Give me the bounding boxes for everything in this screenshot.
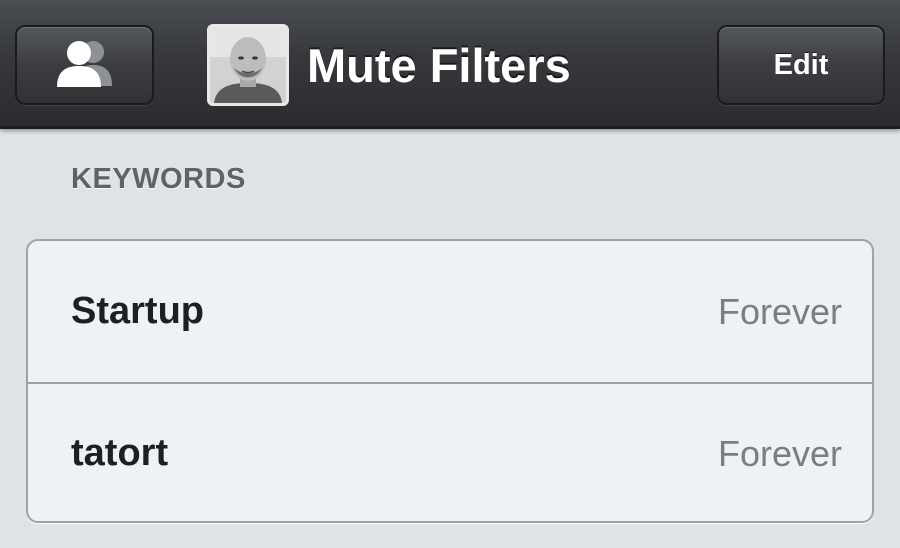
- list-item[interactable]: tatort Forever: [28, 382, 872, 521]
- section-header-keywords: KEYWORDS: [71, 163, 246, 195]
- user-avatar[interactable]: [207, 24, 289, 106]
- duration-label: Forever: [717, 432, 842, 474]
- keyword-label: Startup: [71, 290, 204, 332]
- page-title: Mute Filters: [307, 39, 571, 92]
- navigation-bar: Mute Filters Edit: [0, 0, 900, 129]
- keywords-table: Startup Forever tatort Forever: [26, 239, 874, 523]
- keyword-label: tatort: [71, 432, 169, 474]
- list-item[interactable]: Startup Forever: [28, 241, 872, 382]
- mute-filters-screen: Mute Filters Edit KEYWORDS Startup Forev…: [0, 0, 900, 548]
- duration-label: Forever: [717, 290, 842, 332]
- accounts-icon: [54, 38, 116, 93]
- accounts-button[interactable]: [15, 25, 154, 105]
- edit-button[interactable]: Edit: [717, 25, 885, 105]
